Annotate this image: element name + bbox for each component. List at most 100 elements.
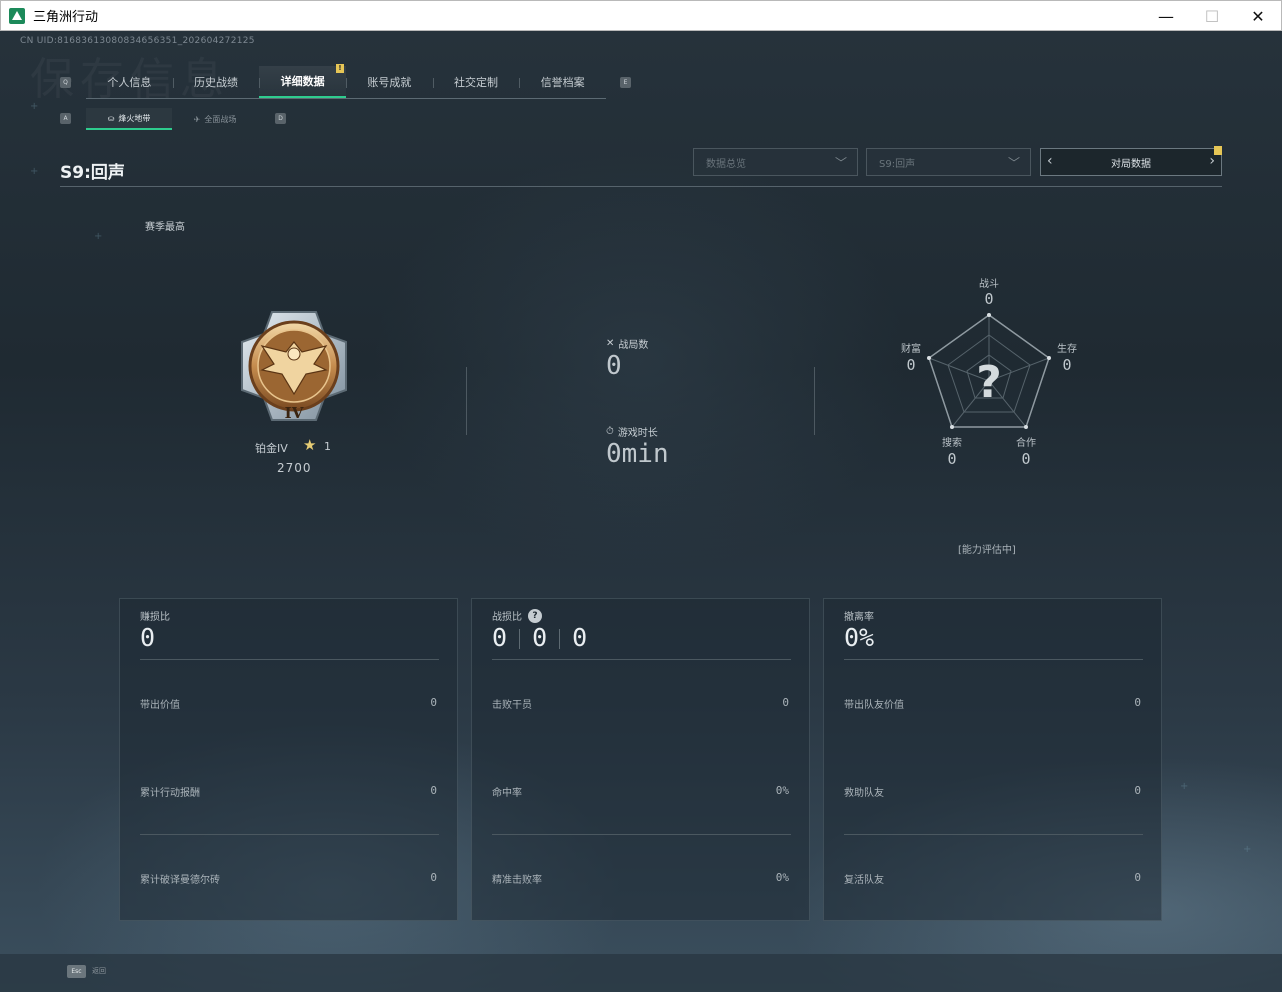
chevron-left-icon[interactable]: ‹: [1047, 153, 1053, 169]
subtab-hazard-zone[interactable]: ⛀ 烽火地带: [86, 108, 172, 130]
data-scope-dropdown[interactable]: 数据总览 ﹀: [693, 148, 858, 176]
window-controls: — ☐ ✕: [1143, 1, 1281, 31]
crossed-swords-icon: ✕: [606, 338, 615, 349]
tab-detailed-data[interactable]: 详细数据!: [259, 64, 347, 98]
radar-label-survival: 生存: [1057, 344, 1077, 355]
playtime-value: 0min: [606, 439, 669, 469]
value-separator: [519, 629, 521, 649]
back-label[interactable]: 返回: [92, 966, 106, 976]
match-data-navigator: ‹ 对局数据 ›: [1040, 146, 1222, 176]
subtab-prev-key[interactable]: A: [60, 113, 71, 124]
mode-subtabs: ⛀ 烽火地带 ✈ 全面战场: [86, 108, 258, 130]
rank-name: 铂金IV: [255, 442, 288, 455]
stat-row-value: 0: [782, 696, 789, 709]
crosshair-icon: +: [94, 231, 103, 242]
stat-row-label: 累计行动报酬: [140, 788, 200, 799]
card-divider: [492, 834, 791, 835]
stat-row-value: 0: [1134, 784, 1141, 797]
esc-key[interactable]: Esc: [67, 965, 86, 978]
profit-loss-ratio: 0: [140, 623, 156, 652]
stat-row-value: 0%: [775, 784, 789, 797]
crosshair-icon: +: [30, 101, 39, 112]
season-title: S9:回声: [60, 163, 125, 183]
tab-social-custom[interactable]: 社交定制: [432, 66, 520, 98]
notification-badge: [1214, 146, 1222, 155]
tab-achievements[interactable]: 账号成就: [346, 66, 433, 98]
stat-row-label: 带出价值: [140, 700, 180, 711]
card-divider: [844, 834, 1143, 835]
stat-row-value: 0: [430, 784, 437, 797]
card-title-group: 战损比 ?: [492, 608, 542, 623]
subtab-next-key[interactable]: D: [275, 113, 286, 124]
kill-death-card: 战损比 ? 0 0 0 击败干员 0 命中率 0% 精准击败率 0%: [471, 598, 810, 921]
radar-label-wealth: 财富: [901, 344, 921, 355]
matches-count: 0: [606, 351, 622, 381]
radar-value-cooperation: 0: [1021, 450, 1031, 468]
kd-value-deaths: 0: [532, 623, 548, 652]
stat-row-label: 救助队友: [844, 788, 884, 799]
user-uid: CN UID:81683613080834656351_202604272125: [20, 36, 255, 46]
tab-next-key[interactable]: E: [620, 77, 631, 88]
kd-value-kills: 0: [492, 623, 508, 652]
card-divider: [140, 834, 439, 835]
maximize-button[interactable]: ☐: [1189, 1, 1235, 31]
stat-row-value: 0: [1134, 696, 1141, 709]
season-best-label: 赛季最高: [145, 222, 185, 233]
card-divider: [844, 659, 1143, 660]
match-data-label[interactable]: 对局数据: [1111, 155, 1151, 170]
header-divider: [60, 186, 1222, 187]
value-separator: [559, 629, 561, 649]
crosshair-icon: +: [30, 166, 39, 177]
stat-row-value: 0%: [775, 871, 789, 884]
radar-value-combat: 0: [984, 290, 994, 308]
close-button[interactable]: ✕: [1235, 1, 1281, 31]
app-logo-icon: [9, 7, 25, 24]
help-icon[interactable]: ?: [528, 608, 542, 623]
tab-match-history[interactable]: 历史战绩: [172, 66, 260, 98]
tab-personal-info[interactable]: 个人信息: [86, 66, 173, 98]
card-divider: [492, 659, 791, 660]
window-title: 三角洲行动: [33, 10, 99, 25]
stat-row-label: 复活队友: [844, 875, 884, 886]
chevron-down-icon: ﹀: [1007, 156, 1020, 170]
notification-badge: !: [336, 64, 345, 73]
stopwatch-icon: ⏱: [606, 426, 614, 437]
radar-label-search: 搜索: [942, 438, 962, 449]
rank-emblem-icon: IV: [241, 311, 347, 422]
card-title: 撤离率: [844, 612, 874, 623]
main-tabs: 个人信息 历史战绩 详细数据! 账号成就 社交定制 信誉档案: [86, 64, 606, 99]
extraction-rate-card: 撤离率 0% 带出队友价值 0 救助队友 0 复活队友 0: [823, 598, 1162, 921]
card-title: 赚损比: [140, 612, 170, 623]
minimize-button[interactable]: —: [1143, 1, 1189, 31]
battlefield-icon: ✈: [193, 114, 201, 124]
chevron-down-icon: ﹀: [834, 156, 847, 170]
rank-score: 2700: [277, 461, 312, 475]
stat-row-label: 带出队友价值: [844, 700, 904, 711]
ability-unknown-symbol: ?: [976, 357, 1002, 408]
section-divider: [814, 367, 815, 435]
crosshair-icon: +: [1243, 844, 1252, 855]
radar-value-wealth: 0: [906, 356, 916, 374]
crosshair-icon: +: [1180, 781, 1189, 792]
kill-death-values: 0 0 0: [492, 623, 587, 652]
extraction-rate: 0%: [844, 623, 875, 652]
subtab-full-battlefield[interactable]: ✈ 全面战场: [172, 108, 258, 130]
kd-value-assists: 0: [572, 623, 588, 652]
window-titlebar: 三角洲行动 — ☐ ✕: [0, 0, 1282, 31]
stat-row-label: 命中率: [492, 788, 522, 799]
star-icon: ★: [303, 436, 317, 454]
radar-label-combat: 战斗: [979, 279, 999, 290]
radar-value-survival: 0: [1062, 356, 1072, 374]
tab-prev-key[interactable]: Q: [60, 77, 71, 88]
card-divider: [140, 659, 439, 660]
stat-row-label: 精准击败率: [492, 875, 542, 886]
radar-value-search: 0: [947, 450, 957, 468]
ability-assessment-note: [能力评估中]: [958, 545, 1016, 556]
tab-credit-record[interactable]: 信誉档案: [519, 66, 606, 98]
stat-row-value: 0: [430, 871, 437, 884]
stat-row-value: 0: [1134, 871, 1141, 884]
season-dropdown[interactable]: S9:回声 ﹀: [866, 148, 1031, 176]
stat-row-value: 0: [430, 696, 437, 709]
stat-row-label: 累计破译曼德尔砖: [140, 875, 220, 886]
chevron-right-icon[interactable]: ›: [1209, 153, 1215, 169]
